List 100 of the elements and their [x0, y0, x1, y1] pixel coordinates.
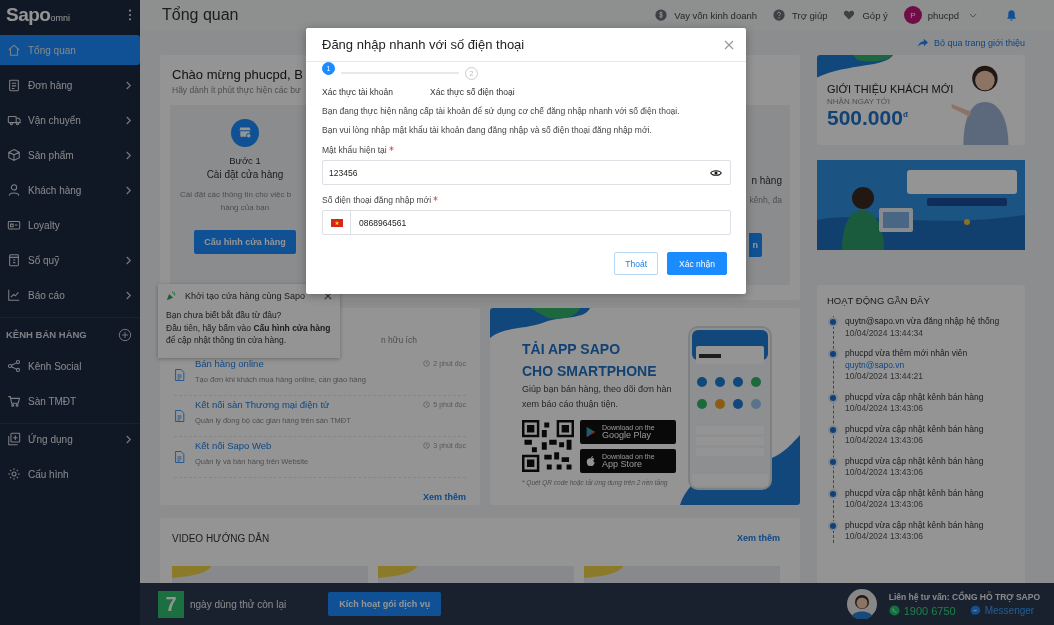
store-icon	[231, 119, 259, 147]
sidebar-item[interactable]: Loyalty	[0, 210, 140, 240]
see-more-link[interactable]: Xem thêm	[737, 533, 780, 543]
dialog-title: Đăng nhập nhanh với số điện thoại	[322, 37, 525, 52]
ledger-icon	[7, 253, 21, 267]
step-button[interactable]: n	[748, 233, 762, 257]
activity-text: phucpd vừa cập nhật kênh bán hàng	[845, 455, 984, 467]
header-link[interactable]: Vay vốn kinh doanh	[655, 9, 757, 21]
activity-time: 10/04/2024 13:43:06	[845, 403, 924, 415]
activate-button[interactable]: Kích hoạt gói dịch vụ	[328, 592, 442, 616]
activity-text: phucpd vừa cập nhật kênh bán hàng	[845, 519, 984, 531]
more-icon[interactable]	[128, 9, 132, 21]
activity-text: phucpd vừa cập nhật kênh bán hàng	[845, 423, 984, 435]
field-label: Số điện thoại đăng nhập mới	[322, 195, 432, 205]
header-link[interactable]: Trợ giúp	[773, 9, 828, 21]
activity-time: 10/04/2024 13:43:06	[845, 467, 924, 479]
cancel-button[interactable]: Thoát	[614, 252, 659, 275]
caret-icon	[969, 12, 977, 18]
card-title: VIDEO HƯỚNG DẪN	[172, 532, 270, 544]
whatsapp-icon	[888, 605, 900, 616]
bell-icon[interactable]	[1005, 8, 1018, 22]
clock-icon	[423, 442, 431, 449]
sidebar-item[interactable]: Sản phẩm	[0, 140, 140, 170]
skip-intro-link[interactable]: Bỏ qua trang giới thiệu	[917, 37, 1025, 48]
person-icon	[7, 183, 21, 197]
article-link[interactable]: Kết nối Sapo Web	[195, 440, 272, 451]
dollar-icon	[655, 9, 668, 21]
promo-headline: GIỚI THIỆU KHÁCH MỚI	[827, 83, 954, 95]
header-link[interactable]: Góp ý	[843, 9, 888, 21]
step-title: Cài đặt cửa hàng	[206, 169, 284, 180]
timeline-dot	[830, 490, 836, 497]
banner-description: Giúp bạn bán hàng, theo dõi đơn hàn	[522, 383, 673, 396]
popover-text: Bạn chưa biết bắt đầu từ đâu?	[166, 309, 283, 322]
sidebar-item[interactable]: Cấu hình	[0, 459, 140, 489]
timeline-dot	[830, 458, 836, 465]
flag-icon[interactable]	[330, 218, 343, 227]
clock-icon	[423, 401, 431, 408]
configure-store-button[interactable]: Cấu hình cửa hàng	[194, 230, 296, 254]
activity-time: 10/04/2024 13:44:21	[845, 371, 924, 383]
activity-time: 10/04/2024 13:44:34	[845, 327, 924, 339]
document-icon	[174, 450, 185, 464]
document-icon	[174, 368, 185, 382]
home-icon	[7, 43, 21, 57]
popover-title: Khởi tạo cửa hàng cùng Sapo	[185, 290, 306, 301]
article-link[interactable]: Kết nối sàn Thương mại điện tử	[195, 399, 330, 410]
contact-text: Liên hệ tư vấn: CỔNG HỖ TRỢ SAPO	[888, 591, 1040, 602]
plus-square-icon	[7, 432, 21, 446]
confirm-button[interactable]: Xác nhận	[667, 252, 727, 275]
document-icon	[174, 409, 185, 423]
activity-time: 10/04/2024 13:43:06	[845, 531, 924, 543]
clipboard-icon	[7, 78, 21, 92]
user-avatar: P	[903, 6, 922, 24]
truck-icon	[7, 113, 21, 127]
add-icon[interactable]	[118, 327, 132, 342]
dialog-text: Bạn đang thực hiện nâng cấp tài khoản để sử dụng cơ chế đăng nhập nhanh với số điện thoại.	[322, 106, 681, 116]
gear-icon	[7, 467, 21, 481]
activity-time: 10/04/2024 13:43:06	[845, 435, 924, 447]
sidebar-item[interactable]: Kênh Social	[0, 351, 140, 381]
hotline-link[interactable]: 1900 6750	[888, 604, 956, 617]
step-label: Xác thực tài khoản	[322, 87, 394, 97]
heart-icon	[843, 9, 856, 21]
see-more-link[interactable]: Xem thêm	[423, 492, 466, 502]
activity-text: phucpd vừa cập nhật kênh bán hàng	[845, 391, 984, 403]
sidebar-item[interactable]: Khách hàng	[0, 175, 140, 205]
sidebar-item[interactable]: Vận chuyển	[0, 105, 140, 135]
article-link[interactable]: Bán hàng online	[195, 358, 264, 369]
chart-icon	[7, 288, 21, 302]
party-popper-icon	[166, 290, 177, 301]
sidebar-item[interactable]: Sàn TMĐT	[0, 386, 140, 416]
sidebar-item[interactable]: Ứng dụng	[0, 424, 140, 454]
sidebar-item[interactable]: Báo cáo	[0, 280, 140, 310]
messenger-icon	[969, 605, 981, 616]
step-title: n hàng	[751, 175, 782, 186]
step-label: Bước 1	[229, 155, 261, 166]
timeline-dot	[830, 351, 836, 357]
activity-text: phucpd vừa cập nhật kênh bán hàng	[845, 487, 984, 499]
activity-time: 10/04/2024 13:43:06	[845, 499, 924, 511]
promo-subline: NHẬN NGAY TỚI	[827, 97, 891, 106]
share-icon	[7, 359, 21, 373]
qr-code	[522, 420, 574, 472]
email-link[interactable]: quytn@sapo.vn	[845, 359, 968, 371]
field-label: Mật khẩu hiện tại	[322, 145, 387, 155]
apple-icon	[586, 455, 596, 467]
sidebar-item[interactable]: Sổ quỹ	[0, 245, 140, 275]
trial-text: ngày dùng thử còn lại	[190, 598, 287, 610]
section-title: KÊNH BÁN HÀNG	[6, 329, 87, 340]
user-menu[interactable]: P phucpd	[903, 6, 977, 24]
phone-field[interactable]: 0868964561	[322, 210, 731, 235]
close-icon[interactable]	[324, 291, 332, 300]
cart-icon	[7, 394, 21, 408]
banner-description: xem báo cáo thuận tiện.	[522, 398, 620, 411]
timeline-dot	[830, 319, 836, 325]
sidebar-item[interactable]: Đơn hàng	[0, 70, 140, 100]
welcome-title: Chào mừng phucpd, B	[172, 67, 303, 82]
eye-icon[interactable]	[710, 168, 722, 177]
card-title: HOẠT ĐỘNG GẦN ĐÂY	[827, 295, 931, 306]
password-field[interactable]: 123456	[322, 160, 731, 185]
promo-amount: 500.000$^{đ}$	[827, 106, 909, 130]
logo: Sapoomni	[6, 4, 70, 26]
clock-icon	[423, 360, 431, 367]
